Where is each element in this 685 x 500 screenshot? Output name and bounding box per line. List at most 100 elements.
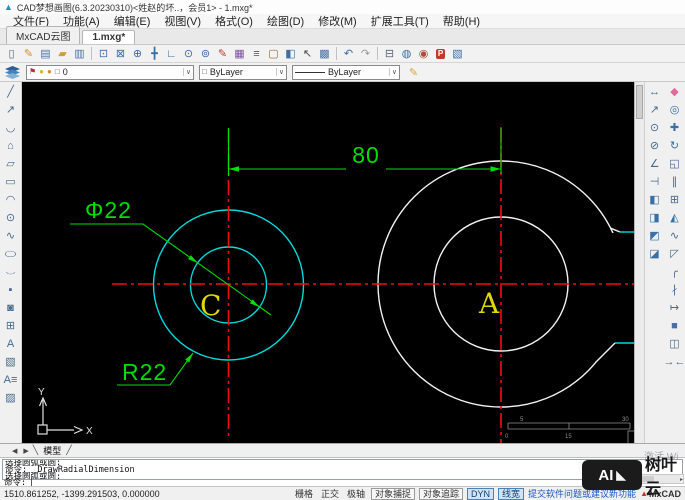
- construction-line-tool[interactable]: ↗: [2, 102, 19, 118]
- linetype-manager-icon[interactable]: ≡: [248, 46, 265, 62]
- cloud-icon[interactable]: ◉: [415, 46, 432, 62]
- label-a[interactable]: A: [478, 287, 500, 320]
- layer-select[interactable]: ⚑ ● ● □ 0 ∨: [26, 65, 194, 80]
- polygon-tool[interactable]: ⌂: [2, 138, 19, 154]
- dimension-continue-tool[interactable]: ⊣: [646, 174, 663, 190]
- erase-tool[interactable]: ◆: [666, 84, 683, 100]
- menu-item[interactable]: 绘图(D): [260, 13, 311, 29]
- tab-next-button[interactable]: ▶: [21, 447, 30, 455]
- insert-block-tool[interactable]: ◙: [2, 300, 19, 316]
- redo-icon[interactable]: ↷: [357, 46, 374, 62]
- canvas-scrollbar[interactable]: [634, 82, 644, 443]
- dim-text-diameter[interactable]: Φ22: [85, 197, 132, 223]
- aligned-dimension-tool[interactable]: ↗: [646, 102, 663, 118]
- create-block-tool[interactable]: ⊞: [2, 318, 19, 334]
- linear-dimension-tool[interactable]: ↔: [646, 84, 663, 100]
- mirror-tool[interactable]: ◭: [666, 210, 683, 226]
- radius-dimension-tool[interactable]: ⊙: [646, 120, 663, 136]
- web-icon[interactable]: ◍: [398, 46, 415, 62]
- pan-icon[interactable]: ╋: [146, 46, 163, 62]
- open-file-icon[interactable]: ▰: [54, 46, 71, 62]
- menu-item[interactable]: 修改(M): [311, 13, 364, 29]
- model-tab[interactable]: 模型: [40, 444, 64, 457]
- fillet-tool[interactable]: ╭: [666, 264, 683, 280]
- zoom-object-icon[interactable]: ⊠: [112, 46, 129, 62]
- line-tool[interactable]: ╱: [2, 84, 19, 100]
- dyn-toggle[interactable]: DYN: [467, 488, 494, 500]
- otrack-toggle[interactable]: 对象追踪: [419, 488, 463, 500]
- ortho-toggle[interactable]: 正交: [319, 489, 341, 499]
- dim-text-radius[interactable]: R22: [122, 359, 167, 385]
- layer-manager-icon[interactable]: [4, 64, 21, 80]
- linetype-select[interactable]: ByLayer ∨: [292, 65, 400, 80]
- angular-dimension-tool[interactable]: ∠: [646, 156, 663, 172]
- draw-order-back-tool[interactable]: ◨: [646, 210, 663, 226]
- edit-drawing-icon[interactable]: ✎: [20, 46, 37, 62]
- menu-item[interactable]: 帮助(H): [436, 13, 487, 29]
- menu-item[interactable]: 扩展工具(T): [364, 13, 436, 29]
- menu-item[interactable]: 编辑(E): [107, 13, 158, 29]
- find-icon[interactable]: ⊚: [197, 46, 214, 62]
- redline-icon[interactable]: ✎: [214, 46, 231, 62]
- draw-order-below-tool[interactable]: ◪: [646, 246, 663, 262]
- extend-tool[interactable]: ↦: [666, 300, 683, 316]
- label-c[interactable]: C: [200, 289, 221, 322]
- rotate-tool[interactable]: ↻: [666, 138, 683, 154]
- diameter-dimension-tool[interactable]: ⊘: [646, 138, 663, 154]
- menu-item[interactable]: 格式(O): [208, 13, 260, 29]
- polyline-tool[interactable]: ◡: [2, 120, 19, 136]
- rectangle-tool[interactable]: ▭: [2, 174, 19, 190]
- layout-icon[interactable]: ▢: [265, 46, 282, 62]
- display-order-icon[interactable]: ◧: [282, 46, 299, 62]
- copy-tool[interactable]: ◎: [666, 102, 683, 118]
- image-tool[interactable]: ▧: [2, 354, 19, 370]
- zoom-window-icon[interactable]: ⊡: [95, 46, 112, 62]
- chamfer-tool[interactable]: ◸: [666, 246, 683, 262]
- dim-text-80[interactable]: 80: [352, 142, 380, 168]
- closed-polyline-tool[interactable]: ▱: [2, 156, 19, 172]
- text-tool[interactable]: A: [2, 336, 19, 352]
- pdf-export-icon[interactable]: P: [432, 46, 449, 62]
- explode-tool[interactable]: ■: [666, 318, 683, 334]
- print-icon[interactable]: ⊟: [381, 46, 398, 62]
- stretch-tool[interactable]: ◫: [666, 336, 683, 352]
- layer-edit-icon[interactable]: ▩: [316, 46, 333, 62]
- circle-tool[interactable]: ⊙: [2, 210, 19, 226]
- draw-order-front-tool[interactable]: ◧: [646, 192, 663, 208]
- point-tool[interactable]: ▪: [2, 282, 19, 298]
- scale-tool[interactable]: ◱: [666, 156, 683, 172]
- offset-tool[interactable]: ∥: [666, 174, 683, 190]
- hatch-tool[interactable]: ▨: [2, 390, 19, 406]
- tab-mxcad-cloud[interactable]: MxCAD云图: [6, 26, 80, 44]
- tab-prev-button[interactable]: ◀: [10, 447, 19, 455]
- edit-polyline-tool[interactable]: ∿: [666, 228, 683, 244]
- arc-tool[interactable]: ◠: [2, 192, 19, 208]
- new-file-icon[interactable]: ▯: [3, 46, 20, 62]
- draw-order-above-tool[interactable]: ◩: [646, 228, 663, 244]
- image-export-icon[interactable]: ▧: [449, 46, 466, 62]
- join-tool[interactable]: →←: [666, 354, 683, 370]
- tab-current-drawing[interactable]: 1.mxg*: [82, 30, 135, 44]
- osnap-toggle[interactable]: 对象捕捉: [371, 488, 415, 500]
- trim-tool[interactable]: ∤: [666, 282, 683, 298]
- command-history[interactable]: 选择圆弧或圆: 命令: _DrawRadialDimension 选择圆弧或圆:: [2, 459, 683, 480]
- undo-icon[interactable]: ↶: [340, 46, 357, 62]
- scrollbar-thumb[interactable]: [636, 85, 643, 119]
- zoom-circle-icon[interactable]: ⊙: [180, 46, 197, 62]
- menu-item[interactable]: 视图(V): [157, 13, 208, 29]
- save-as-icon[interactable]: ▥: [71, 46, 88, 62]
- select-icon[interactable]: ↖: [299, 46, 316, 62]
- ellipse-tool[interactable]: ◯: [2, 246, 19, 262]
- mtext-tool[interactable]: A≡: [2, 372, 19, 388]
- table-icon[interactable]: ▦: [231, 46, 248, 62]
- polar-toggle[interactable]: 极轴: [345, 489, 367, 499]
- move-tool[interactable]: ✚: [666, 120, 683, 136]
- drawing-canvas[interactable]: 80 Φ22 R22 C A 5 30 0: [22, 82, 634, 443]
- spline-tool[interactable]: ∿: [2, 228, 19, 244]
- lineweight-toggle[interactable]: 线宽: [498, 488, 524, 500]
- ellipse-arc-tool[interactable]: ◡: [2, 264, 19, 280]
- save-icon[interactable]: ▤: [37, 46, 54, 62]
- grid-toggle[interactable]: 栅格: [293, 489, 315, 499]
- pencil-icon[interactable]: ✎: [405, 64, 422, 80]
- ucs-icon-button[interactable]: ∟: [163, 46, 180, 62]
